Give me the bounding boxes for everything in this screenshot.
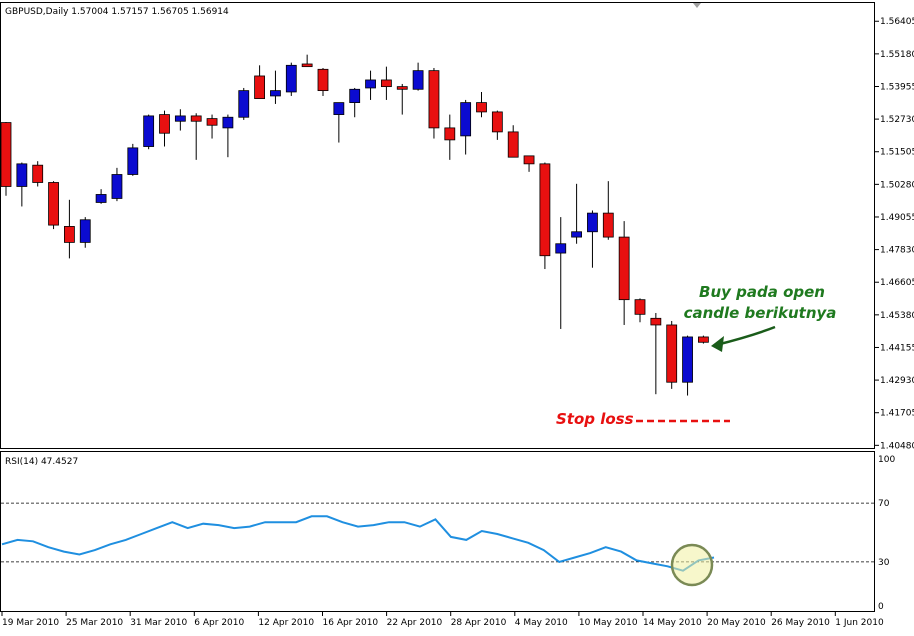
time-axis-label: 19 Mar 2010 [2, 618, 59, 628]
buy-annotation-line2: candle berikutnya [684, 304, 837, 322]
stop-loss-label: Stop loss [556, 410, 634, 428]
price-axis-label: 1.56405 [880, 17, 914, 27]
candle-body [174, 115, 186, 122]
chart-svg: 1.56405 1.55180 1.53955 1.52730 1.51505 1.502… [0, 2, 914, 628]
price-axis-label: 1.53955 [880, 82, 914, 92]
time-axis-label: 16 Apr 2010 [323, 618, 379, 628]
price-panel-frame [0, 2, 875, 449]
candle-body [349, 88, 361, 103]
candle-body [428, 70, 440, 129]
candle [428, 67, 440, 139]
time-axis-label: 20 May 2010 [707, 618, 766, 628]
candle-body [333, 102, 345, 115]
price-axis-label: 1.55180 [880, 50, 914, 60]
candle-body [365, 79, 376, 89]
candle-body [190, 115, 202, 122]
candle [48, 181, 59, 230]
candle [0, 122, 12, 196]
price-axis-label: 1.46605 [880, 278, 914, 288]
candle-body [48, 182, 59, 226]
rsi-highlight-circle [670, 543, 714, 587]
rsi-axis-label: 0 [878, 602, 884, 612]
candle [32, 161, 44, 187]
candle-body [412, 70, 424, 90]
candle-body [682, 336, 693, 383]
price-axis-label: 1.42930 [880, 376, 914, 386]
candle-body [301, 63, 313, 68]
time-axis-label: 4 May 2010 [515, 618, 568, 628]
price-axis-label: 1.47830 [880, 246, 914, 256]
time-axis-label: 10 May 2010 [579, 618, 638, 628]
price-axis-label: 1.49055 [880, 213, 914, 223]
candle-body [222, 116, 234, 129]
candle-body [95, 194, 107, 203]
candle-body [16, 163, 28, 187]
candle-body [285, 64, 297, 93]
candle-body [587, 212, 598, 233]
time-axis-label: 28 Apr 2010 [451, 618, 507, 628]
candle-body [460, 102, 472, 137]
candle-body [127, 147, 139, 175]
candle-body [317, 68, 329, 92]
candle [666, 320, 678, 389]
candle-body [380, 79, 392, 88]
candle-body [254, 75, 266, 100]
rsi-axis-label: 30 [878, 558, 890, 568]
time-axis-label: 26 May 2010 [771, 618, 830, 628]
rsi-indicator-header: RSI(14) 47.4527 [5, 457, 78, 467]
price-axis-label: 1.50280 [880, 180, 914, 190]
time-axis-label: 1 Jun 2010 [835, 618, 884, 628]
rsi-axis-label: 70 [878, 499, 890, 509]
time-axis-label: 31 Mar 2010 [130, 618, 187, 628]
time-axis-label: 22 Apr 2010 [387, 618, 443, 628]
price-axis-label: 1.44155 [880, 343, 914, 353]
candle-body [79, 219, 91, 243]
candle-body [270, 90, 281, 97]
candle-body [618, 236, 630, 301]
candle-body [650, 317, 662, 326]
candle-body [0, 122, 12, 187]
candle [238, 87, 250, 120]
candle [285, 62, 297, 96]
buy-annotation-line1: Buy pada open [699, 283, 825, 301]
rsi-axis-label: 100 [878, 455, 895, 465]
candle-body [238, 90, 250, 118]
candle-body [602, 212, 614, 238]
candle-body [143, 115, 155, 147]
price-axis-label: 1.41705 [880, 409, 914, 419]
price-chart-header: GBPUSD,Daily 1.57004 1.57157 1.56705 1.5… [5, 7, 229, 17]
candle-body [571, 231, 582, 238]
price-axis-label: 1.45380 [880, 311, 914, 321]
candle-body [507, 131, 519, 158]
chart-window: 1.56405 1.55180 1.53955 1.52730 1.51505 1.502… [0, 0, 914, 631]
candle-body [539, 163, 551, 257]
rsi-panel-frame [0, 451, 875, 612]
candle-body [159, 114, 170, 134]
candle-body [476, 102, 487, 113]
candle-body [523, 155, 535, 165]
candle-body [396, 86, 408, 90]
candle-body [444, 127, 456, 141]
time-axis-label: 25 Mar 2010 [66, 618, 123, 628]
candle-body [634, 299, 646, 315]
price-axis-label: 1.51505 [880, 148, 914, 158]
price-axis-label: 1.40480 [880, 441, 914, 451]
candle-body [666, 324, 678, 383]
candle-body [111, 174, 123, 199]
candle-body [555, 243, 567, 254]
candle-body [698, 336, 709, 343]
candle [127, 143, 139, 176]
candle [539, 162, 551, 270]
candle-body [491, 111, 503, 133]
candle [143, 114, 155, 150]
candle-body [32, 164, 44, 183]
time-axis-label: 6 Apr 2010 [194, 618, 244, 628]
candle-body [206, 118, 218, 126]
price-axis-label: 1.52730 [880, 115, 914, 125]
time-axis-label: 14 May 2010 [643, 618, 702, 628]
time-axis-label: 12 Apr 2010 [258, 618, 314, 628]
candle-body [64, 226, 75, 243]
candle [698, 335, 709, 344]
